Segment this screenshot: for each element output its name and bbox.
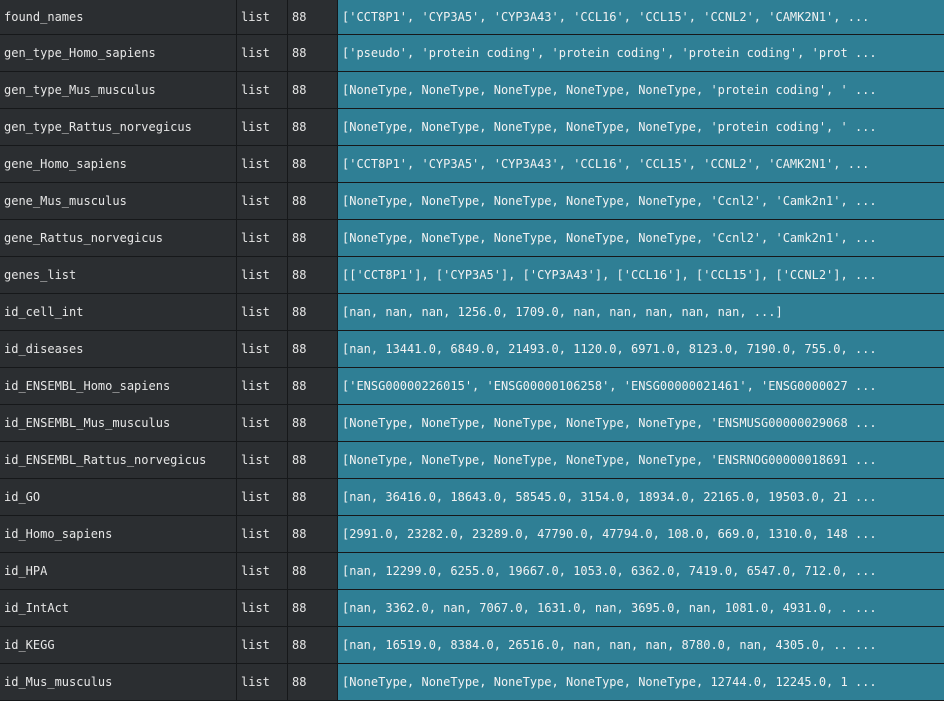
table-row[interactable]: id_cell_int list 88 [nan, nan, nan, 1256… bbox=[0, 294, 944, 331]
variable-name: gen_type_Homo_sapiens bbox=[0, 35, 237, 71]
variable-type: list bbox=[237, 590, 288, 626]
table-row[interactable]: gen_type_Rattus_norvegicus list 88 [None… bbox=[0, 109, 944, 146]
variable-type: list bbox=[237, 442, 288, 478]
variable-size: 88 bbox=[288, 442, 338, 478]
variable-name: id_Homo_sapiens bbox=[0, 516, 237, 552]
variable-size: 88 bbox=[288, 405, 338, 441]
variable-value: [NoneType, NoneType, NoneType, NoneType,… bbox=[338, 442, 944, 478]
variable-size: 88 bbox=[288, 590, 338, 626]
variable-value: [nan, nan, nan, 1256.0, 1709.0, nan, nan… bbox=[338, 294, 944, 330]
table-row[interactable]: id_ENSEMBL_Homo_sapiens list 88 ['ENSG00… bbox=[0, 368, 944, 405]
variable-value: [NoneType, NoneType, NoneType, NoneType,… bbox=[338, 220, 944, 256]
variable-size: 88 bbox=[288, 183, 338, 219]
variable-name: gen_type_Mus_musculus bbox=[0, 72, 237, 108]
variable-value: [nan, 3362.0, nan, 7067.0, 1631.0, nan, … bbox=[338, 590, 944, 626]
variable-name: id_ENSEMBL_Homo_sapiens bbox=[0, 368, 237, 404]
variable-size: 88 bbox=[288, 664, 338, 700]
variable-type: list bbox=[237, 627, 288, 663]
variable-type: list bbox=[237, 146, 288, 182]
table-row[interactable]: found_names list 88 ['CCT8P1', 'CYP3A5',… bbox=[0, 0, 944, 35]
variable-size: 88 bbox=[288, 479, 338, 515]
variable-name: id_HPA bbox=[0, 553, 237, 589]
table-row[interactable]: id_ENSEMBL_Mus_musculus list 88 [NoneTyp… bbox=[0, 405, 944, 442]
variable-size: 88 bbox=[288, 627, 338, 663]
variable-value: [nan, 12299.0, 6255.0, 19667.0, 1053.0, … bbox=[338, 553, 944, 589]
variable-value: [NoneType, NoneType, NoneType, NoneType,… bbox=[338, 109, 944, 145]
variable-size: 88 bbox=[288, 35, 338, 71]
variable-name: id_GO bbox=[0, 479, 237, 515]
variable-type: list bbox=[237, 35, 288, 71]
variable-size: 88 bbox=[288, 331, 338, 367]
variable-type: list bbox=[237, 109, 288, 145]
variable-size: 88 bbox=[288, 109, 338, 145]
variable-value: [NoneType, NoneType, NoneType, NoneType,… bbox=[338, 183, 944, 219]
variable-name: gen_type_Rattus_norvegicus bbox=[0, 109, 237, 145]
variable-name: id_diseases bbox=[0, 331, 237, 367]
variable-size: 88 bbox=[288, 0, 338, 34]
variable-value: ['CCT8P1', 'CYP3A5', 'CYP3A43', 'CCL16',… bbox=[338, 0, 944, 34]
variable-value: [NoneType, NoneType, NoneType, NoneType,… bbox=[338, 405, 944, 441]
variable-name: genes_list bbox=[0, 257, 237, 293]
table-row[interactable]: id_IntAct list 88 [nan, 3362.0, nan, 706… bbox=[0, 590, 944, 627]
table-row[interactable]: id_Homo_sapiens list 88 [2991.0, 23282.0… bbox=[0, 516, 944, 553]
variable-name: id_ENSEMBL_Mus_musculus bbox=[0, 405, 237, 441]
variable-value: [['CCT8P1'], ['CYP3A5'], ['CYP3A43'], ['… bbox=[338, 257, 944, 293]
table-row[interactable]: genes_list list 88 [['CCT8P1'], ['CYP3A5… bbox=[0, 257, 944, 294]
table-row[interactable]: id_diseases list 88 [nan, 13441.0, 6849.… bbox=[0, 331, 944, 368]
variable-type: list bbox=[237, 664, 288, 700]
variable-type: list bbox=[237, 331, 288, 367]
variable-type: list bbox=[237, 0, 288, 34]
variable-name: id_KEGG bbox=[0, 627, 237, 663]
variable-type: list bbox=[237, 553, 288, 589]
table-row[interactable]: gene_Homo_sapiens list 88 ['CCT8P1', 'CY… bbox=[0, 146, 944, 183]
variable-type: list bbox=[237, 405, 288, 441]
variable-name: id_Mus_musculus bbox=[0, 664, 237, 700]
variable-size: 88 bbox=[288, 368, 338, 404]
variable-value: [NoneType, NoneType, NoneType, NoneType,… bbox=[338, 664, 944, 700]
variable-name: gene_Rattus_norvegicus bbox=[0, 220, 237, 256]
variable-value: ['CCT8P1', 'CYP3A5', 'CYP3A43', 'CCL16',… bbox=[338, 146, 944, 182]
table-row[interactable]: id_KEGG list 88 [nan, 16519.0, 8384.0, 2… bbox=[0, 627, 944, 664]
variable-value: ['ENSG00000226015', 'ENSG00000106258', '… bbox=[338, 368, 944, 404]
variable-type: list bbox=[237, 220, 288, 256]
table-row[interactable]: gene_Rattus_norvegicus list 88 [NoneType… bbox=[0, 220, 944, 257]
variable-value: ['pseudo', 'protein coding', 'protein co… bbox=[338, 35, 944, 71]
variable-explorer-table: found_names list 88 ['CCT8P1', 'CYP3A5',… bbox=[0, 0, 944, 701]
table-row[interactable]: gen_type_Mus_musculus list 88 [NoneType,… bbox=[0, 72, 944, 109]
variable-size: 88 bbox=[288, 516, 338, 552]
variable-name: id_IntAct bbox=[0, 590, 237, 626]
variable-name: gene_Mus_musculus bbox=[0, 183, 237, 219]
variable-value: [nan, 36416.0, 18643.0, 58545.0, 3154.0,… bbox=[338, 479, 944, 515]
variable-size: 88 bbox=[288, 257, 338, 293]
variable-size: 88 bbox=[288, 294, 338, 330]
variable-name: id_ENSEMBL_Rattus_norvegicus bbox=[0, 442, 237, 478]
variable-type: list bbox=[237, 479, 288, 515]
variable-size: 88 bbox=[288, 72, 338, 108]
table-row[interactable]: id_ENSEMBL_Rattus_norvegicus list 88 [No… bbox=[0, 442, 944, 479]
table-row[interactable]: gen_type_Homo_sapiens list 88 ['pseudo',… bbox=[0, 35, 944, 72]
variable-type: list bbox=[237, 257, 288, 293]
variable-type: list bbox=[237, 72, 288, 108]
variable-type: list bbox=[237, 368, 288, 404]
variable-size: 88 bbox=[288, 553, 338, 589]
variable-value: [nan, 16519.0, 8384.0, 26516.0, nan, nan… bbox=[338, 627, 944, 663]
variable-value: [nan, 13441.0, 6849.0, 21493.0, 1120.0, … bbox=[338, 331, 944, 367]
table-row[interactable]: id_HPA list 88 [nan, 12299.0, 6255.0, 19… bbox=[0, 553, 944, 590]
variable-type: list bbox=[237, 516, 288, 552]
variable-name: found_names bbox=[0, 0, 237, 34]
variable-size: 88 bbox=[288, 220, 338, 256]
variable-type: list bbox=[237, 183, 288, 219]
table-row[interactable]: id_GO list 88 [nan, 36416.0, 18643.0, 58… bbox=[0, 479, 944, 516]
variable-value: [NoneType, NoneType, NoneType, NoneType,… bbox=[338, 72, 944, 108]
table-row[interactable]: id_Mus_musculus list 88 [NoneType, NoneT… bbox=[0, 664, 944, 701]
variable-name: gene_Homo_sapiens bbox=[0, 146, 237, 182]
variable-type: list bbox=[237, 294, 288, 330]
variable-name: id_cell_int bbox=[0, 294, 237, 330]
variable-size: 88 bbox=[288, 146, 338, 182]
variable-value: [2991.0, 23282.0, 23289.0, 47790.0, 4779… bbox=[338, 516, 944, 552]
table-row[interactable]: gene_Mus_musculus list 88 [NoneType, Non… bbox=[0, 183, 944, 220]
